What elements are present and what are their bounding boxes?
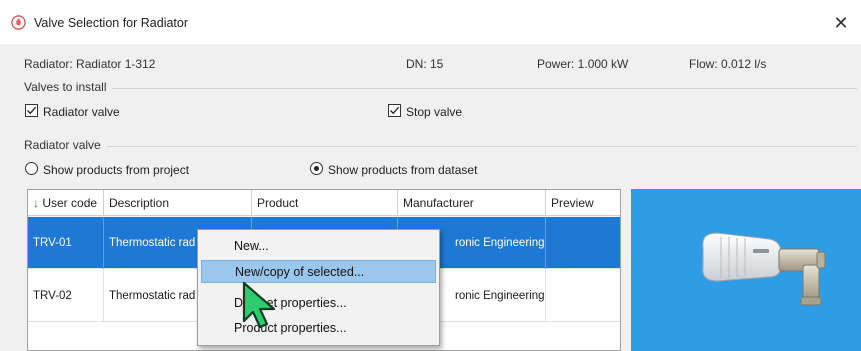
stop-valve-checkbox-label[interactable]: Stop valve	[406, 105, 462, 119]
power-value: Power: 1.000 kW	[537, 57, 629, 71]
stop-valve-checkbox[interactable]	[388, 104, 401, 117]
pointer-arrow-icon	[242, 281, 276, 329]
window-title: Valve Selection for Radiator	[34, 16, 189, 30]
radiator-valve-checkbox-label[interactable]: Radiator valve	[43, 105, 120, 119]
menu-item-new-copy-of-selected[interactable]: New/copy of selected...	[201, 260, 436, 283]
column-header-manufacturer[interactable]: Manufacturer	[398, 190, 546, 216]
valves-to-install-label: Valves to install	[24, 80, 107, 94]
radiator-app-icon	[11, 15, 26, 30]
checkmark-icon	[390, 106, 400, 115]
sort-arrow-icon: ↓	[33, 196, 39, 210]
checkmark-icon	[27, 106, 37, 115]
flow-value: Flow: 0.012 l/s	[689, 57, 767, 71]
group-separator	[107, 146, 857, 147]
column-header-preview[interactable]: Preview	[546, 190, 620, 216]
cell-user-code: TRV-01	[28, 217, 104, 269]
column-header-product[interactable]: Product	[252, 190, 398, 216]
thermostatic-valve-image	[702, 232, 826, 306]
close-button[interactable]: ✕	[821, 8, 861, 38]
show-products-from-project-radio[interactable]	[25, 162, 38, 175]
table-header: ↓ User code Description Product Manufact…	[28, 190, 620, 216]
menu-item-new[interactable]: New...	[201, 235, 436, 258]
menu-item-product-properties[interactable]: Product properties...	[201, 317, 436, 340]
radiator-name: Radiator: Radiator 1-312	[24, 57, 156, 71]
dn-value: DN: 15	[406, 57, 444, 71]
cell-preview	[546, 217, 620, 269]
radiator-valve-group-label: Radiator valve	[24, 138, 101, 152]
cell-user-code: TRV-02	[28, 270, 104, 322]
show-products-from-dataset-radio[interactable]	[310, 162, 323, 175]
cell-preview	[546, 270, 620, 322]
title-bar: Valve Selection for Radiator ✕	[0, 0, 861, 44]
show-products-from-project-label[interactable]: Show products from project	[43, 163, 189, 177]
column-header-user-code[interactable]: ↓ User code	[28, 190, 104, 216]
menu-item-dataset-properties[interactable]: Dataset properties...	[201, 292, 436, 315]
valve-selection-dialog: Valve Selection for Radiator ✕ Radiator:…	[0, 0, 861, 351]
context-menu: New... New/copy of selected... Dataset p…	[197, 229, 440, 346]
group-separator	[112, 88, 857, 89]
column-header-description[interactable]: Description	[104, 190, 252, 216]
radiator-valve-checkbox[interactable]	[25, 104, 38, 117]
radio-selected-dot	[314, 166, 319, 171]
product-preview-panel	[631, 189, 861, 351]
show-products-from-dataset-label[interactable]: Show products from dataset	[328, 163, 477, 177]
